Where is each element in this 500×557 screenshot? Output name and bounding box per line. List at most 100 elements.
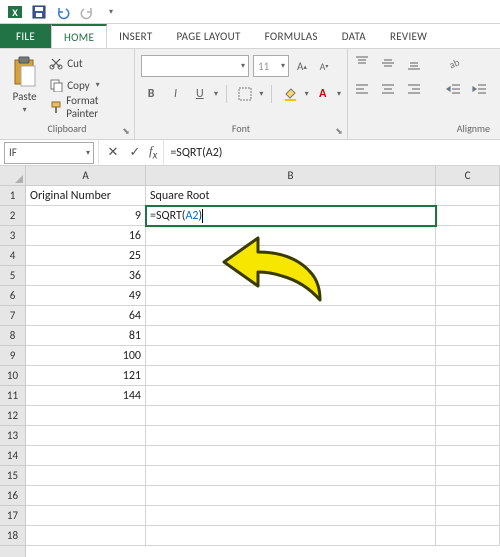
tab-page-layout[interactable]: PAGE LAYOUT bbox=[164, 24, 252, 48]
cell[interactable] bbox=[436, 346, 500, 366]
editing-cell[interactable]: =SQRT(A2) bbox=[146, 206, 436, 226]
cell[interactable] bbox=[146, 366, 436, 386]
enter-formula-button[interactable]: ✓ bbox=[127, 145, 143, 160]
tab-insert[interactable]: INSERT bbox=[107, 24, 164, 48]
cell[interactable] bbox=[26, 446, 146, 466]
row-header[interactable]: 12 bbox=[0, 406, 25, 426]
align-center-button[interactable] bbox=[380, 81, 400, 101]
underline-button[interactable]: U bbox=[190, 83, 210, 105]
cell[interactable] bbox=[146, 506, 436, 526]
cell[interactable] bbox=[146, 246, 436, 266]
cell[interactable]: 100 bbox=[26, 346, 146, 366]
cell[interactable]: 36 bbox=[26, 266, 146, 286]
row-header[interactable]: 1 bbox=[0, 186, 25, 206]
font-color-button[interactable]: A bbox=[313, 83, 333, 105]
font-name-combo[interactable]: ▾ bbox=[141, 55, 249, 77]
cell[interactable] bbox=[146, 266, 436, 286]
borders-button[interactable] bbox=[235, 83, 255, 105]
cell[interactable] bbox=[146, 406, 436, 426]
column-header-c[interactable]: C bbox=[436, 166, 500, 185]
cell[interactable] bbox=[436, 326, 500, 346]
cell[interactable] bbox=[436, 466, 500, 486]
cell[interactable] bbox=[26, 426, 146, 446]
cell[interactable]: Square Root bbox=[146, 186, 436, 206]
cell[interactable]: 144 bbox=[26, 386, 146, 406]
row-header[interactable]: 10 bbox=[0, 366, 25, 386]
row-header[interactable]: 15 bbox=[0, 466, 25, 486]
redo-icon[interactable] bbox=[76, 1, 98, 23]
save-icon[interactable] bbox=[28, 1, 50, 23]
cut-button[interactable]: Cut bbox=[49, 53, 128, 73]
cell[interactable]: 16 bbox=[26, 226, 146, 246]
cell[interactable]: 49 bbox=[26, 286, 146, 306]
font-dialog-launcher[interactable]: ⬊ bbox=[333, 125, 345, 137]
row-header[interactable]: 16 bbox=[0, 486, 25, 506]
cell[interactable] bbox=[436, 186, 500, 206]
cell[interactable]: 9 bbox=[26, 206, 146, 226]
cell[interactable] bbox=[436, 246, 500, 266]
increase-indent-button[interactable] bbox=[472, 81, 492, 101]
cell[interactable] bbox=[436, 226, 500, 246]
cell[interactable] bbox=[146, 286, 436, 306]
tab-review[interactable]: REVIEW bbox=[378, 24, 439, 48]
increase-font-icon[interactable]: A▴ bbox=[293, 55, 311, 77]
paste-button[interactable]: Paste ▾ bbox=[6, 53, 43, 117]
align-middle-button[interactable] bbox=[380, 55, 400, 75]
column-header-a[interactable]: A bbox=[26, 166, 146, 185]
format-painter-button[interactable]: Format Painter bbox=[49, 97, 128, 117]
font-size-combo[interactable]: 11 ▾ bbox=[253, 55, 289, 77]
tab-home[interactable]: HOME bbox=[51, 24, 107, 48]
cell[interactable] bbox=[26, 506, 146, 526]
cell[interactable] bbox=[26, 486, 146, 506]
cell[interactable] bbox=[436, 486, 500, 506]
cell[interactable] bbox=[146, 306, 436, 326]
cell[interactable] bbox=[436, 406, 500, 426]
align-left-button[interactable] bbox=[354, 81, 374, 101]
cell[interactable] bbox=[146, 466, 436, 486]
cell[interactable] bbox=[146, 446, 436, 466]
cell[interactable]: 81 bbox=[26, 326, 146, 346]
cell[interactable] bbox=[26, 526, 146, 546]
cell[interactable] bbox=[146, 346, 436, 366]
cell[interactable] bbox=[436, 426, 500, 446]
bold-button[interactable]: B bbox=[141, 83, 161, 105]
row-header[interactable]: 7 bbox=[0, 306, 25, 326]
row-header[interactable]: 18 bbox=[0, 526, 25, 546]
row-header[interactable]: 11 bbox=[0, 386, 25, 406]
italic-button[interactable]: I bbox=[165, 83, 185, 105]
cell[interactable] bbox=[436, 286, 500, 306]
row-header[interactable]: 5 bbox=[0, 266, 25, 286]
fill-color-button[interactable] bbox=[280, 83, 300, 105]
row-header[interactable]: 6 bbox=[0, 286, 25, 306]
clipboard-dialog-launcher[interactable]: ⬊ bbox=[120, 125, 132, 137]
cell[interactable] bbox=[146, 426, 436, 446]
align-right-button[interactable] bbox=[406, 81, 426, 101]
cell[interactable]: 25 bbox=[26, 246, 146, 266]
row-header[interactable]: 3 bbox=[0, 226, 25, 246]
column-header-b[interactable]: B bbox=[146, 166, 436, 185]
cell[interactable] bbox=[436, 306, 500, 326]
fx-icon[interactable]: fx bbox=[149, 143, 157, 162]
undo-icon[interactable] bbox=[52, 1, 74, 23]
customize-qat-caret[interactable]: ▾ bbox=[100, 1, 122, 23]
decrease-font-icon[interactable]: A▾ bbox=[315, 55, 333, 77]
cell[interactable] bbox=[146, 226, 436, 246]
tab-data[interactable]: DATA bbox=[330, 24, 378, 48]
cell[interactable] bbox=[436, 386, 500, 406]
cell[interactable] bbox=[146, 326, 436, 346]
copy-button[interactable]: Copy ▾ bbox=[49, 75, 128, 95]
cell[interactable] bbox=[146, 386, 436, 406]
row-header[interactable]: 9 bbox=[0, 346, 25, 366]
worksheet-grid[interactable]: 123456789101112131415161718 A B C Origin… bbox=[0, 166, 500, 557]
decrease-indent-button[interactable] bbox=[446, 81, 466, 101]
cell[interactable] bbox=[146, 486, 436, 506]
tab-formulas[interactable]: FORMULAS bbox=[253, 24, 330, 48]
align-bottom-button[interactable] bbox=[406, 55, 426, 75]
cell[interactable] bbox=[436, 366, 500, 386]
row-header[interactable]: 2 bbox=[0, 206, 25, 226]
cell[interactable]: 121 bbox=[26, 366, 146, 386]
cell[interactable] bbox=[436, 526, 500, 546]
cell[interactable] bbox=[436, 206, 500, 226]
name-box[interactable]: IF ▾ bbox=[4, 142, 94, 164]
cell[interactable] bbox=[436, 506, 500, 526]
